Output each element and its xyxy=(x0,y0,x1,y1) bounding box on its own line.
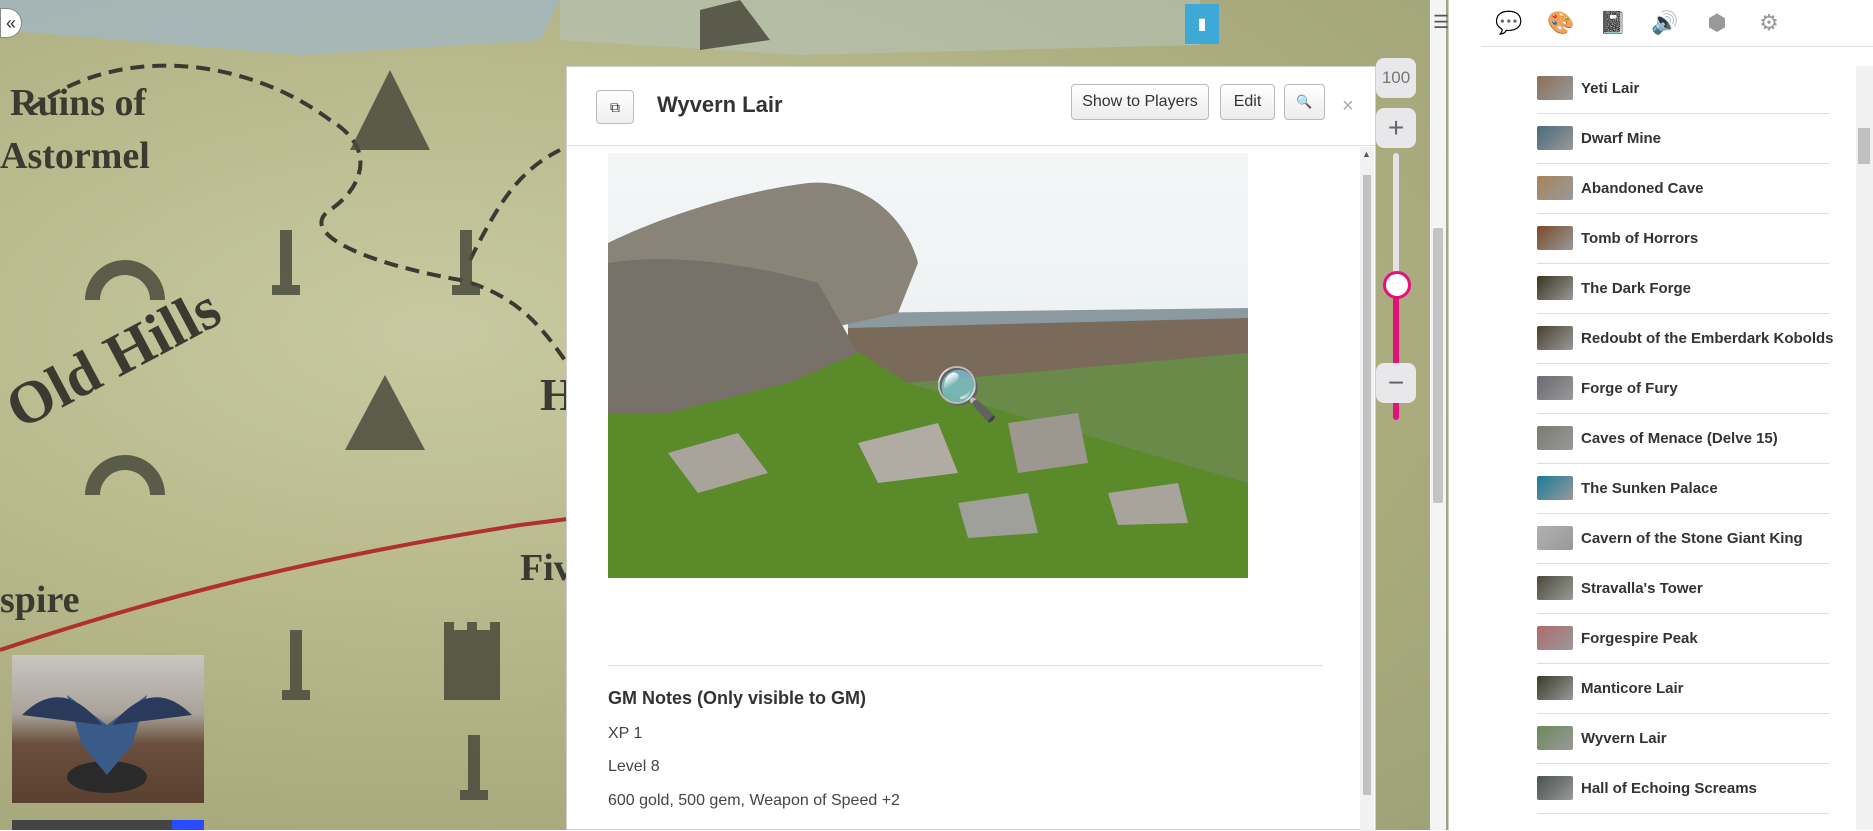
popout-icon: ⧉ xyxy=(610,98,620,115)
journal-item-thumbnail xyxy=(1537,476,1573,500)
tab-settings[interactable]: ⚙ xyxy=(1751,8,1787,38)
dialog-header: ⧉ Wyvern Lair Show to Players Edit 🔍 × xyxy=(567,67,1375,146)
journal-list-item[interactable]: Yeti Lair xyxy=(1537,64,1829,114)
tab-journal[interactable]: 📓 xyxy=(1595,8,1631,38)
journal-list-item[interactable]: Stravalla's Tower xyxy=(1537,564,1829,614)
journal-item-label: Manticore Lair xyxy=(1581,680,1684,697)
handout-token-icon[interactable]: ▮ xyxy=(1185,4,1219,44)
token-bar-accent xyxy=(172,820,204,830)
journal-item-label: Tomb of Horrors xyxy=(1581,230,1699,247)
journal-icon: 📓 xyxy=(1599,10,1627,35)
journal-item-label: Cavern of the Stone Giant King xyxy=(1581,530,1803,547)
journal-list-item[interactable]: Caves of Menace (Delve 15) xyxy=(1537,414,1829,464)
journal-item-thumbnail xyxy=(1537,426,1573,450)
map-label: spire xyxy=(0,579,80,621)
journal-list-item[interactable]: Forge of Fury xyxy=(1537,364,1829,414)
journal-item-thumbnail xyxy=(1537,326,1573,350)
map-label: Ruins of xyxy=(10,82,148,124)
journal-item-thumbnail xyxy=(1537,226,1573,250)
journal-list-item[interactable]: Hall of Echoing Screams xyxy=(1537,764,1829,814)
handout-image[interactable]: 🔍 xyxy=(608,153,1248,578)
journal-list-item[interactable]: Cavern of the Stone Giant King xyxy=(1537,514,1829,564)
dialog-title: Wyvern Lair xyxy=(657,92,783,117)
journal-scrollbar-thumb[interactable] xyxy=(1858,128,1870,164)
journal-item-thumbnail xyxy=(1537,676,1573,700)
journal-list-item[interactable]: The Dark Forge xyxy=(1537,264,1829,314)
compendium-icon: ⬢ xyxy=(1707,10,1727,35)
gm-note-line: XP 1 xyxy=(608,725,643,742)
journal-scrollbar[interactable] xyxy=(1856,66,1873,830)
journal-item-thumbnail xyxy=(1537,576,1573,600)
journal-list-item[interactable]: Redoubt of the Emberdark Kobolds xyxy=(1537,314,1834,364)
journal-item-label: Stravalla's Tower xyxy=(1581,580,1703,597)
journal-item-thumbnail xyxy=(1537,276,1573,300)
dialog-body: 🔍 GM Notes (Only visible to GM) XP 1 Lev… xyxy=(567,147,1357,831)
edit-button[interactable]: Edit xyxy=(1220,84,1275,120)
zoom-out-button[interactable]: − xyxy=(1376,363,1416,403)
show-to-players-button[interactable]: Show to Players xyxy=(1071,84,1209,120)
journal-item-thumbnail xyxy=(1537,776,1573,800)
close-icon[interactable]: × xyxy=(1342,95,1354,118)
tab-chat[interactable]: 💬 xyxy=(1491,8,1527,38)
scroll-up-arrow-icon[interactable]: ▲ xyxy=(1362,149,1371,159)
search-button[interactable]: 🔍 xyxy=(1284,84,1325,120)
zoom-in-button[interactable]: + xyxy=(1376,108,1416,148)
journal-item-label: Hall of Echoing Screams xyxy=(1581,780,1757,797)
map-label: Astormel xyxy=(0,135,150,177)
tab-compendium[interactable]: ⬢ xyxy=(1699,8,1735,38)
journal-item-thumbnail xyxy=(1537,376,1573,400)
menu-icon[interactable]: ☰ xyxy=(1433,12,1449,33)
journal-item-thumbnail xyxy=(1537,526,1573,550)
journal-item-label: Dwarf Mine xyxy=(1581,130,1662,147)
journal-item-label: The Sunken Palace xyxy=(1581,480,1718,497)
tab-jukebox[interactable]: 🔊 xyxy=(1647,8,1683,38)
zoom-slider-handle[interactable] xyxy=(1383,271,1411,299)
map-scrollbar-thumb[interactable] xyxy=(1433,228,1443,503)
journal-list-item[interactable]: Manticore Lair xyxy=(1537,664,1829,714)
journal-item-thumbnail xyxy=(1537,126,1573,150)
gear-icon: ⚙ xyxy=(1759,10,1779,35)
journal-item-label: Abandoned Cave xyxy=(1581,180,1704,197)
journal-list-item[interactable]: The Sunken Palace xyxy=(1537,464,1829,514)
map-label: Old Hills xyxy=(0,274,231,441)
journal-list-item[interactable]: Tomb of Horrors xyxy=(1537,214,1829,264)
journal-item-label: The Dark Forge xyxy=(1581,280,1692,297)
tabs-divider xyxy=(1481,46,1873,47)
journal-item-label: Wyvern Lair xyxy=(1581,730,1667,747)
zoom-control: 100 + − xyxy=(1376,58,1416,420)
journal-list-item[interactable]: Wyvern Lair xyxy=(1537,714,1829,764)
tab-art-library[interactable]: 🎨 xyxy=(1543,8,1579,38)
dialog-scrollbar-thumb[interactable] xyxy=(1363,175,1371,795)
journal-item-label: Redoubt of the Emberdark Kobolds xyxy=(1581,330,1834,347)
journal-item-thumbnail xyxy=(1537,176,1573,200)
chat-icon: 💬 xyxy=(1495,10,1523,35)
journal-item-label: Yeti Lair xyxy=(1581,80,1640,97)
search-icon: 🔍 xyxy=(1296,94,1313,109)
jukebox-icon: 🔊 xyxy=(1651,10,1679,35)
gm-note-line: 600 gold, 500 gem, Weapon of Speed +2 xyxy=(608,792,900,809)
journal-list-item[interactable]: Forgespire Peak xyxy=(1537,614,1829,664)
journal-item-thumbnail xyxy=(1537,726,1573,750)
zoom-level-display[interactable]: 100 xyxy=(1376,58,1416,98)
journal-list: Yeti Lair Dwarf Mine Abandoned Cave Tomb of… xyxy=(1537,64,1834,814)
sidebar-panel: 💬 🎨 📓 🔊 ⬢ ⚙ Yeti Lair Dwarf Mine Abandoned… xyxy=(1448,0,1873,830)
gm-notes-divider xyxy=(608,665,1323,666)
journal-list-item[interactable]: Dwarf Mine xyxy=(1537,114,1829,164)
popout-button[interactable]: ⧉ xyxy=(596,90,634,124)
journal-item-label: Forge of Fury xyxy=(1581,380,1678,397)
journal-item-thumbnail xyxy=(1537,626,1573,650)
sidebar-tabs: 💬 🎨 📓 🔊 ⬢ ⚙ xyxy=(1449,0,1873,46)
journal-item-label: Caves of Menace (Delve 15) xyxy=(1581,430,1778,447)
gm-note-line: Level 8 xyxy=(608,758,660,775)
journal-item-thumbnail xyxy=(1537,76,1573,100)
art-library-icon: 🎨 xyxy=(1547,10,1575,35)
token-image[interactable] xyxy=(12,655,204,803)
gm-notes-heading: GM Notes (Only visible to GM) xyxy=(608,688,867,708)
journal-item-label: Forgespire Peak xyxy=(1581,630,1698,647)
map-label: Fiv xyxy=(520,547,573,589)
zoom-magnifier-icon[interactable]: 🔍 xyxy=(934,364,999,425)
handout-dialog: ⧉ Wyvern Lair Show to Players Edit 🔍 × 🔍… xyxy=(566,66,1376,831)
journal-list-item[interactable]: Abandoned Cave xyxy=(1537,164,1829,214)
